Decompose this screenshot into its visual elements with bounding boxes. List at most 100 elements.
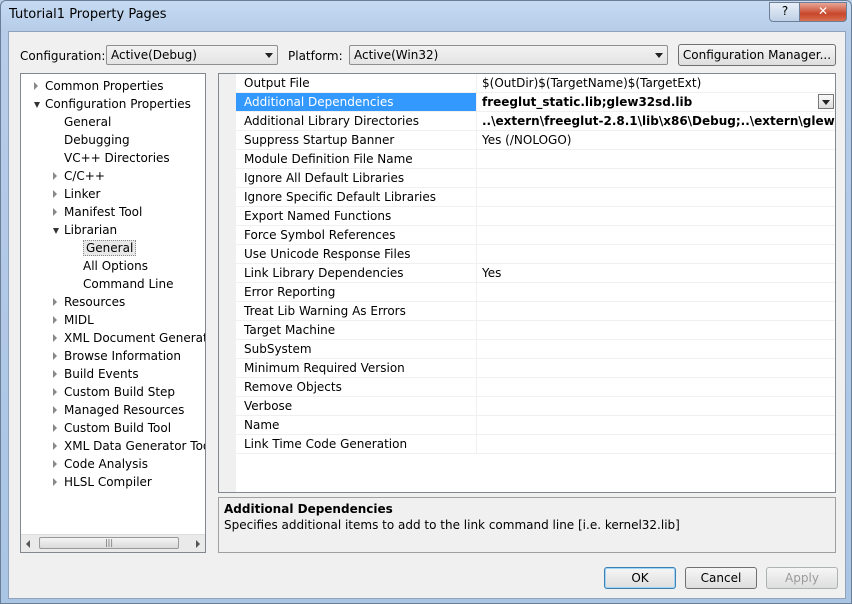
property-row[interactable]: SubSystem (236, 340, 835, 359)
collapsed-arrow-icon[interactable] (53, 370, 57, 378)
tree-item[interactable]: VC++ Directories (64, 149, 170, 167)
tree-item[interactable]: Common Properties (34, 77, 164, 95)
property-value[interactable] (478, 359, 835, 377)
scroll-left-icon[interactable] (26, 540, 30, 548)
collapsed-arrow-icon[interactable] (53, 316, 57, 324)
collapsed-arrow-icon[interactable] (53, 388, 57, 396)
property-value[interactable] (478, 435, 835, 453)
collapsed-arrow-icon[interactable] (53, 460, 57, 468)
ok-button[interactable]: OK (604, 567, 676, 589)
property-value[interactable] (478, 188, 835, 206)
property-value[interactable] (478, 302, 835, 320)
property-row[interactable]: Verbose (236, 397, 835, 416)
property-value[interactable] (478, 245, 835, 263)
expanded-arrow-icon[interactable] (34, 102, 40, 108)
collapsed-arrow-icon[interactable] (53, 190, 57, 198)
cancel-button[interactable]: Cancel (685, 567, 757, 589)
property-value[interactable] (478, 283, 835, 301)
help-button[interactable]: ? (769, 2, 801, 22)
property-value[interactable] (478, 169, 835, 187)
collapsed-arrow-icon[interactable] (53, 478, 57, 486)
tree-item[interactable]: Custom Build Tool (53, 419, 171, 437)
property-grid[interactable]: Output File $(OutDir)$(TargetName)$(Targe… (218, 73, 836, 493)
collapsed-arrow-icon[interactable] (53, 172, 57, 180)
tree-item[interactable]: Code Analysis (53, 455, 148, 473)
value-dropdown-button[interactable] (818, 94, 834, 109)
property-row[interactable]: Error Reporting (236, 283, 835, 302)
property-row[interactable]: Remove Objects (236, 378, 835, 397)
tree-item[interactable]: XML Document Generator (53, 329, 205, 347)
property-row[interactable]: Link Library Dependencies Yes (236, 264, 835, 283)
apply-button[interactable]: Apply (766, 567, 838, 589)
tree-item[interactable]: Command Line (83, 275, 174, 293)
tree-item[interactable]: All Options (83, 257, 148, 275)
property-row[interactable]: Ignore Specific Default Libraries (236, 188, 835, 207)
scroll-right-icon[interactable] (196, 540, 200, 548)
tree-item-label: General (83, 240, 137, 256)
property-row[interactable]: Output File $(OutDir)$(TargetName)$(Targe… (236, 74, 835, 93)
property-row[interactable]: Ignore All Default Libraries (236, 169, 835, 188)
close-button[interactable]: ✕ (799, 2, 847, 22)
property-value[interactable]: Yes (478, 264, 835, 282)
property-value[interactable] (478, 397, 835, 415)
tree-item[interactable]: Manifest Tool (53, 203, 142, 221)
expanded-arrow-icon[interactable] (53, 228, 59, 234)
collapsed-arrow-icon[interactable] (53, 442, 57, 450)
tree-item[interactable]: Browse Information (53, 347, 181, 365)
property-row[interactable]: Treat Lib Warning As Errors (236, 302, 835, 321)
collapsed-arrow-icon[interactable] (53, 352, 57, 360)
property-row[interactable]: Export Named Functions (236, 207, 835, 226)
property-value[interactable] (478, 416, 835, 434)
property-row[interactable]: Force Symbol References (236, 226, 835, 245)
collapsed-arrow-icon[interactable] (53, 208, 57, 216)
property-value[interactable]: ..\extern\freeglut-2.8.1\lib\x86\Debug;.… (478, 112, 835, 130)
property-row[interactable]: Minimum Required Version (236, 359, 835, 378)
platform-dropdown[interactable]: Active(Win32) (349, 45, 668, 65)
configuration-dropdown[interactable]: Active(Debug) (106, 45, 278, 65)
window-title: Tutorial1 Property Pages (9, 7, 167, 22)
configuration-value: Active(Debug) (111, 48, 197, 62)
tree-item[interactable]: Resources (53, 293, 125, 311)
tree-item[interactable]: Linker (53, 185, 100, 203)
property-value[interactable] (478, 150, 835, 168)
tree-item[interactable]: Configuration Properties (34, 95, 191, 113)
collapsed-arrow-icon[interactable] (34, 82, 38, 90)
category-tree[interactable]: ||| Common Properties Configuration Prope… (20, 73, 206, 553)
property-row[interactable]: Target Machine (236, 321, 835, 340)
property-row[interactable]: Name (236, 416, 835, 435)
property-row[interactable]: Use Unicode Response Files (236, 245, 835, 264)
tree-item[interactable]: General (83, 239, 137, 257)
tree-item[interactable]: Build Events (53, 365, 139, 383)
property-value[interactable] (478, 207, 835, 225)
tree-item[interactable]: Librarian (53, 221, 117, 239)
tree-item[interactable]: C/C++ (53, 167, 105, 185)
tree-item[interactable]: Managed Resources (53, 401, 184, 419)
tree-item[interactable]: XML Data Generator Tool (53, 437, 205, 455)
collapsed-arrow-icon[interactable] (53, 424, 57, 432)
property-name: Export Named Functions (236, 207, 477, 225)
tree-horizontal-scrollbar[interactable]: ||| (21, 534, 205, 552)
tree-item[interactable]: General (64, 113, 111, 131)
tree-item[interactable]: MIDL (53, 311, 94, 329)
property-row[interactable]: Module Definition File Name (236, 150, 835, 169)
property-row[interactable]: Link Time Code Generation (236, 435, 835, 454)
tree-item[interactable]: Debugging (64, 131, 130, 149)
collapsed-arrow-icon[interactable] (53, 406, 57, 414)
property-value[interactable]: $(OutDir)$(TargetName)$(TargetExt) (478, 74, 835, 92)
property-value[interactable]: Yes (/NOLOGO) (478, 131, 835, 149)
property-value[interactable] (478, 226, 835, 244)
property-value[interactable] (478, 378, 835, 396)
property-value[interactable]: freeglut_static.lib;glew32sd.lib (478, 93, 835, 111)
configuration-manager-button[interactable]: Configuration Manager... (678, 44, 836, 66)
tree-item[interactable]: Custom Build Step (53, 383, 175, 401)
property-row[interactable]: Additional Library Directories ..\extern\… (236, 112, 835, 131)
scroll-thumb[interactable]: ||| (39, 537, 179, 549)
property-row[interactable]: Additional Dependencies freeglut_static.l… (236, 93, 835, 112)
property-row[interactable]: Suppress Startup Banner Yes (/NOLOGO) (236, 131, 835, 150)
property-value[interactable] (478, 340, 835, 358)
tree-item[interactable]: HLSL Compiler (53, 473, 152, 491)
property-name: Error Reporting (236, 283, 477, 301)
collapsed-arrow-icon[interactable] (53, 334, 57, 342)
property-value[interactable] (478, 321, 835, 339)
collapsed-arrow-icon[interactable] (53, 298, 57, 306)
